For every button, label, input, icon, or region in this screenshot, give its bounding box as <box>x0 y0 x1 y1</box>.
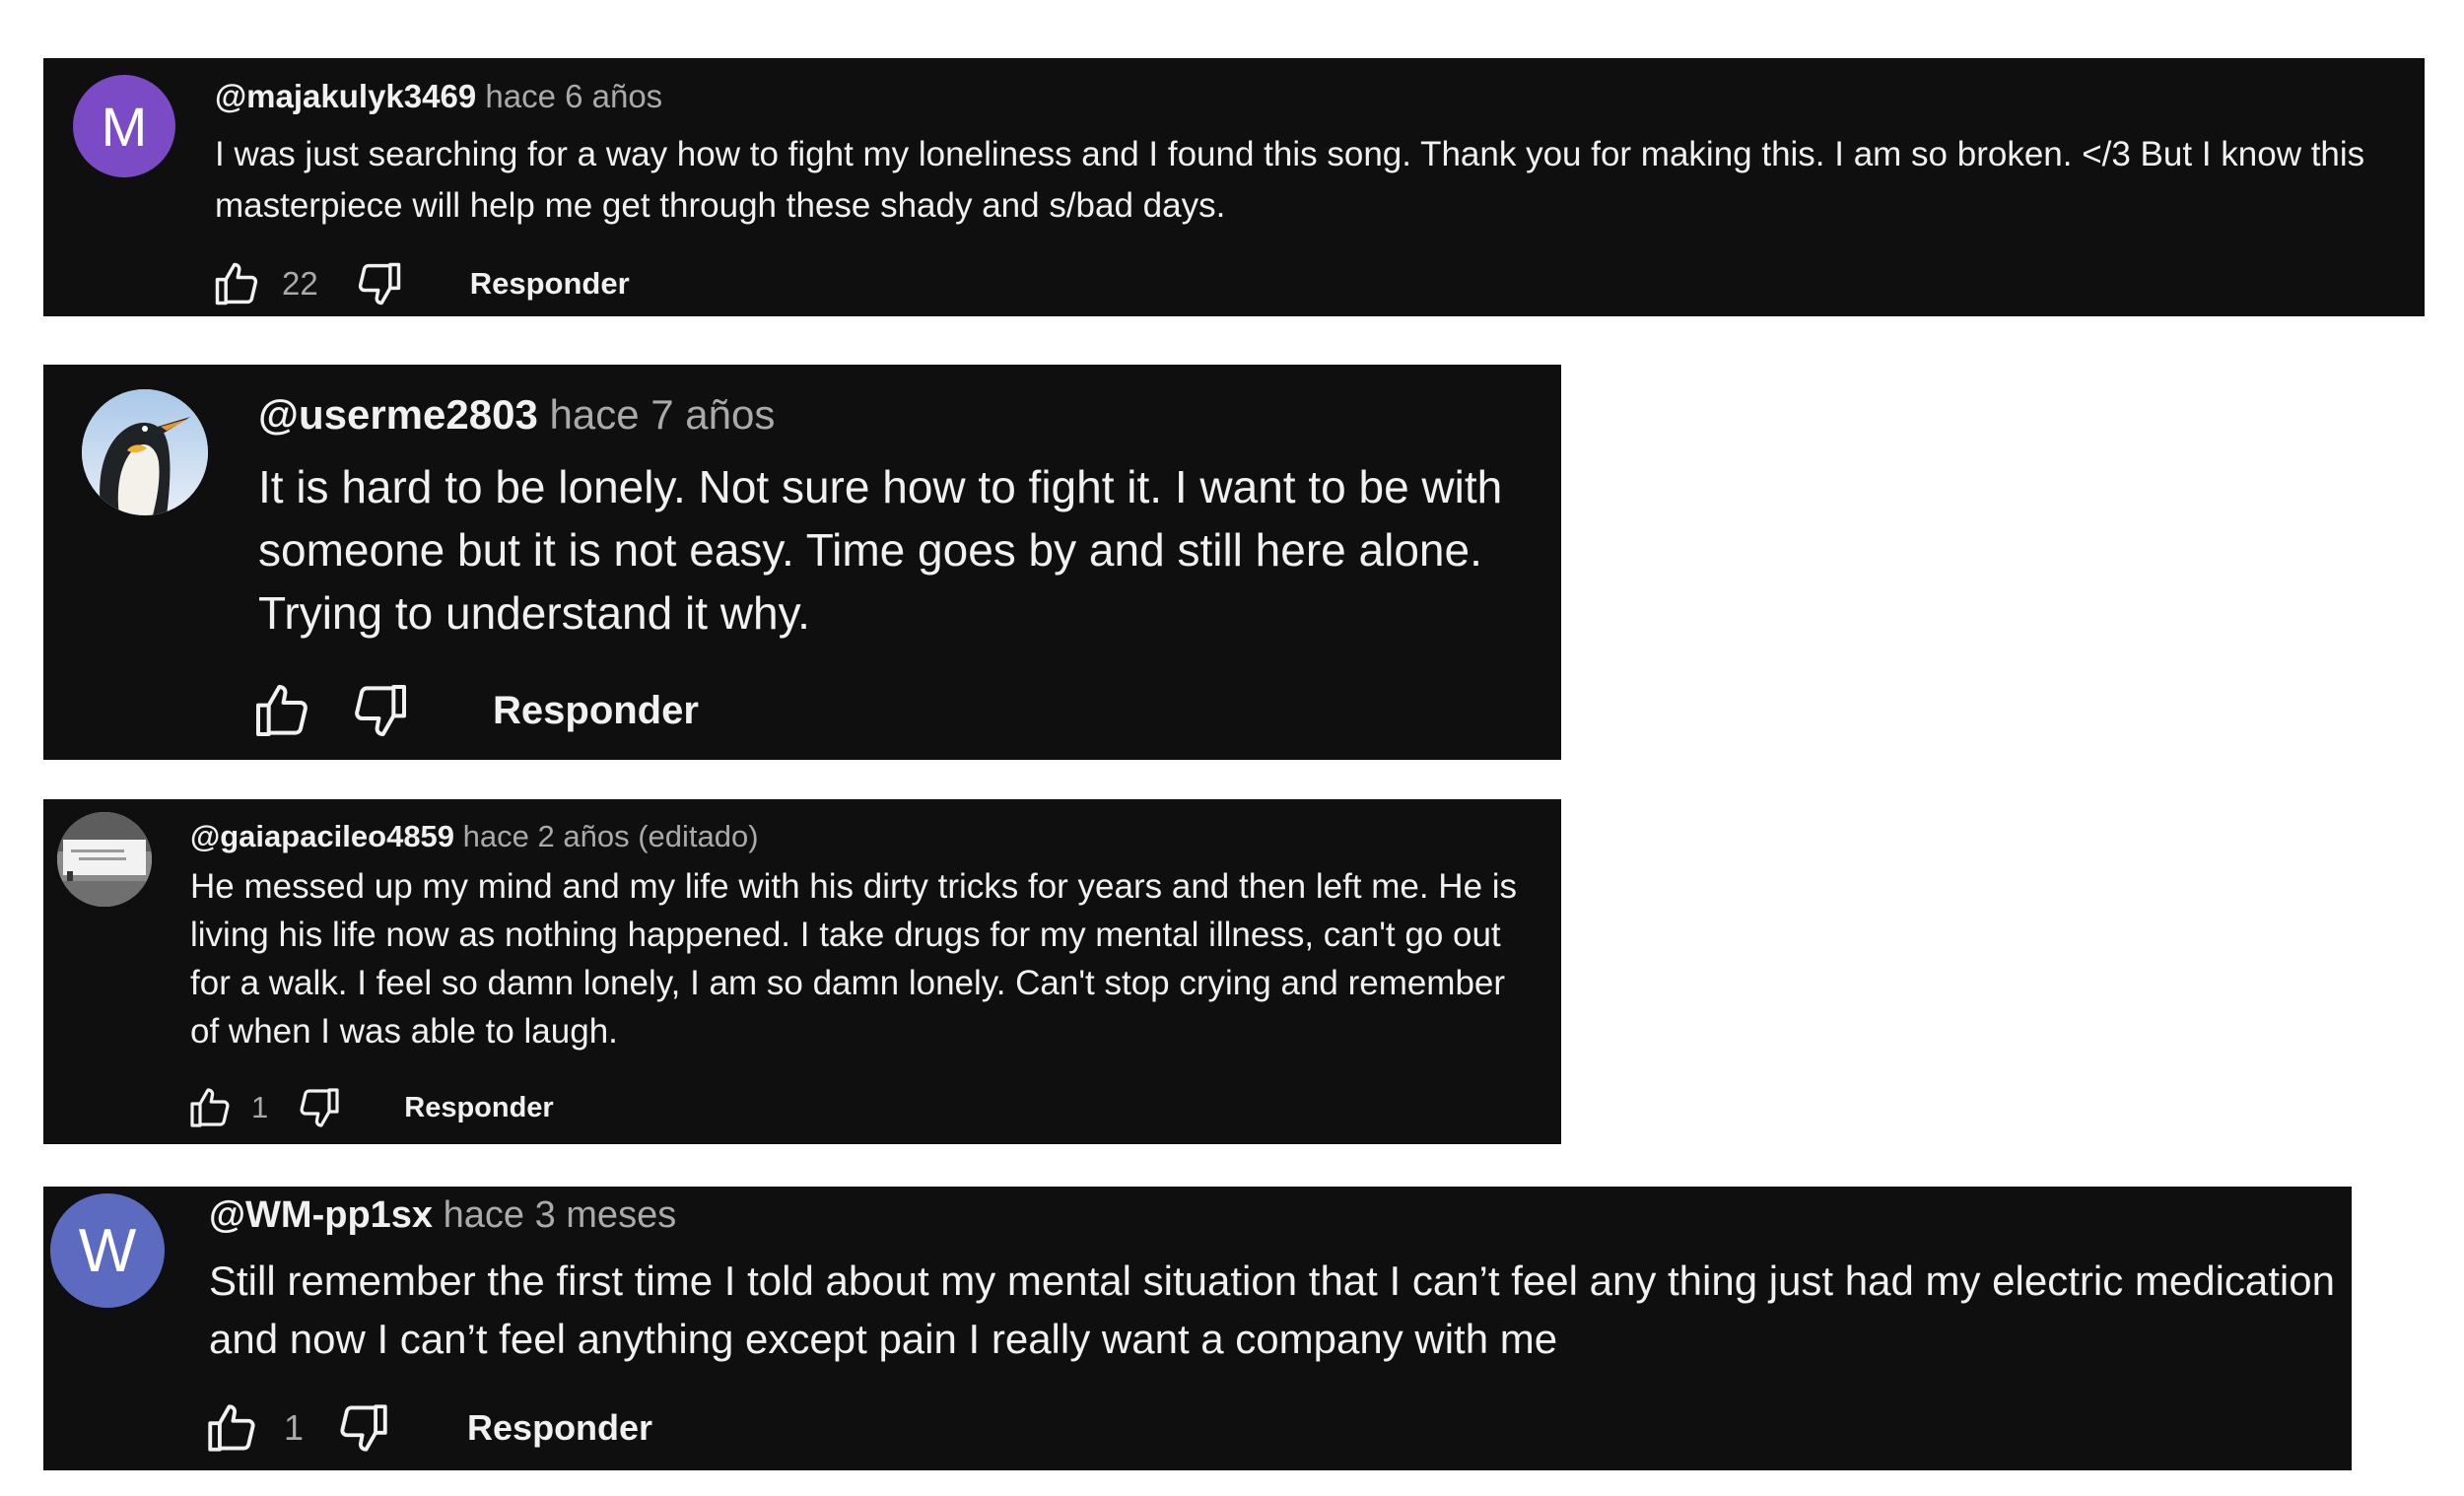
comment-actions: 1 Responder <box>203 1398 652 1458</box>
thumbs-up-icon <box>190 1088 230 1127</box>
comment-card: W @WM-pp1sx hace 3 meses Still remember … <box>43 1187 2352 1470</box>
avatar[interactable] <box>82 389 208 515</box>
comment-header: @gaiapacileo4859 hace 2 años (editado) <box>190 819 759 854</box>
comment-text: Still remember the first time I told abo… <box>209 1258 2335 1362</box>
comment-text: I was just searching for a way how to fi… <box>215 135 2365 225</box>
author-name[interactable]: @userme2803 <box>258 391 538 438</box>
reply-button[interactable]: Responder <box>467 1407 652 1449</box>
comment-time[interactable]: hace 6 años <box>485 78 662 114</box>
comment-actions: 1 Responder <box>186 1083 554 1132</box>
author-name[interactable]: @WM-pp1sx <box>209 1194 433 1236</box>
avatar[interactable] <box>57 812 152 907</box>
comment-time[interactable]: hace 7 años <box>549 391 775 438</box>
comment-header: @userme2803 hace 7 años <box>258 391 775 439</box>
thumbs-up-icon <box>208 1404 255 1452</box>
comment-text: He messed up my mind and my life with hi… <box>190 867 1518 1051</box>
avatar[interactable]: W <box>50 1193 165 1308</box>
like-button[interactable] <box>250 679 313 742</box>
like-button[interactable] <box>203 1399 260 1457</box>
thumbs-down-icon <box>300 1088 339 1127</box>
like-button[interactable] <box>211 258 262 309</box>
penguin-avatar-icon <box>82 389 208 515</box>
avatar[interactable]: M <box>73 75 175 177</box>
reply-button[interactable]: Responder <box>470 266 630 302</box>
photo-avatar-icon <box>57 812 152 907</box>
dislike-button[interactable] <box>335 1399 392 1457</box>
reply-button[interactable]: Responder <box>404 1092 553 1124</box>
like-count: 22 <box>282 265 318 302</box>
comment-card: @userme2803 hace 7 años It is hard to be… <box>43 365 1561 760</box>
reply-button[interactable]: Responder <box>493 689 699 733</box>
avatar-letter: M <box>101 95 148 158</box>
like-count: 1 <box>251 1090 269 1124</box>
dislike-button[interactable] <box>349 679 412 742</box>
thumbs-down-icon <box>355 685 406 736</box>
comment-header: @WM-pp1sx hace 3 meses <box>209 1194 676 1237</box>
dislike-button[interactable] <box>354 258 405 309</box>
thumbs-up-icon <box>256 685 308 736</box>
author-name[interactable]: @majakulyk3469 <box>215 78 476 114</box>
comment-header: @majakulyk3469 hace 6 años <box>215 78 662 115</box>
thumbs-down-icon <box>340 1404 387 1452</box>
like-count: 1 <box>284 1407 305 1448</box>
author-name[interactable]: @gaiapacileo4859 <box>190 819 454 853</box>
comment-time[interactable]: hace 3 meses <box>444 1194 677 1236</box>
comment-time[interactable]: hace 2 años (editado) <box>463 819 759 853</box>
avatar-letter: W <box>78 1216 137 1285</box>
comment-card: M @majakulyk3469 hace 6 años I was just … <box>43 58 2425 316</box>
dislike-button[interactable] <box>296 1084 343 1131</box>
thumbs-up-icon <box>215 262 258 306</box>
comment-card: @gaiapacileo4859 hace 2 años (editado) H… <box>43 799 1561 1144</box>
like-button[interactable] <box>186 1084 234 1131</box>
comment-text: It is hard to be lonely. Not sure how to… <box>258 461 1503 639</box>
thumbs-down-icon <box>358 262 400 306</box>
comment-actions: Responder <box>250 678 699 743</box>
comment-actions: 22 Responder <box>211 256 630 311</box>
